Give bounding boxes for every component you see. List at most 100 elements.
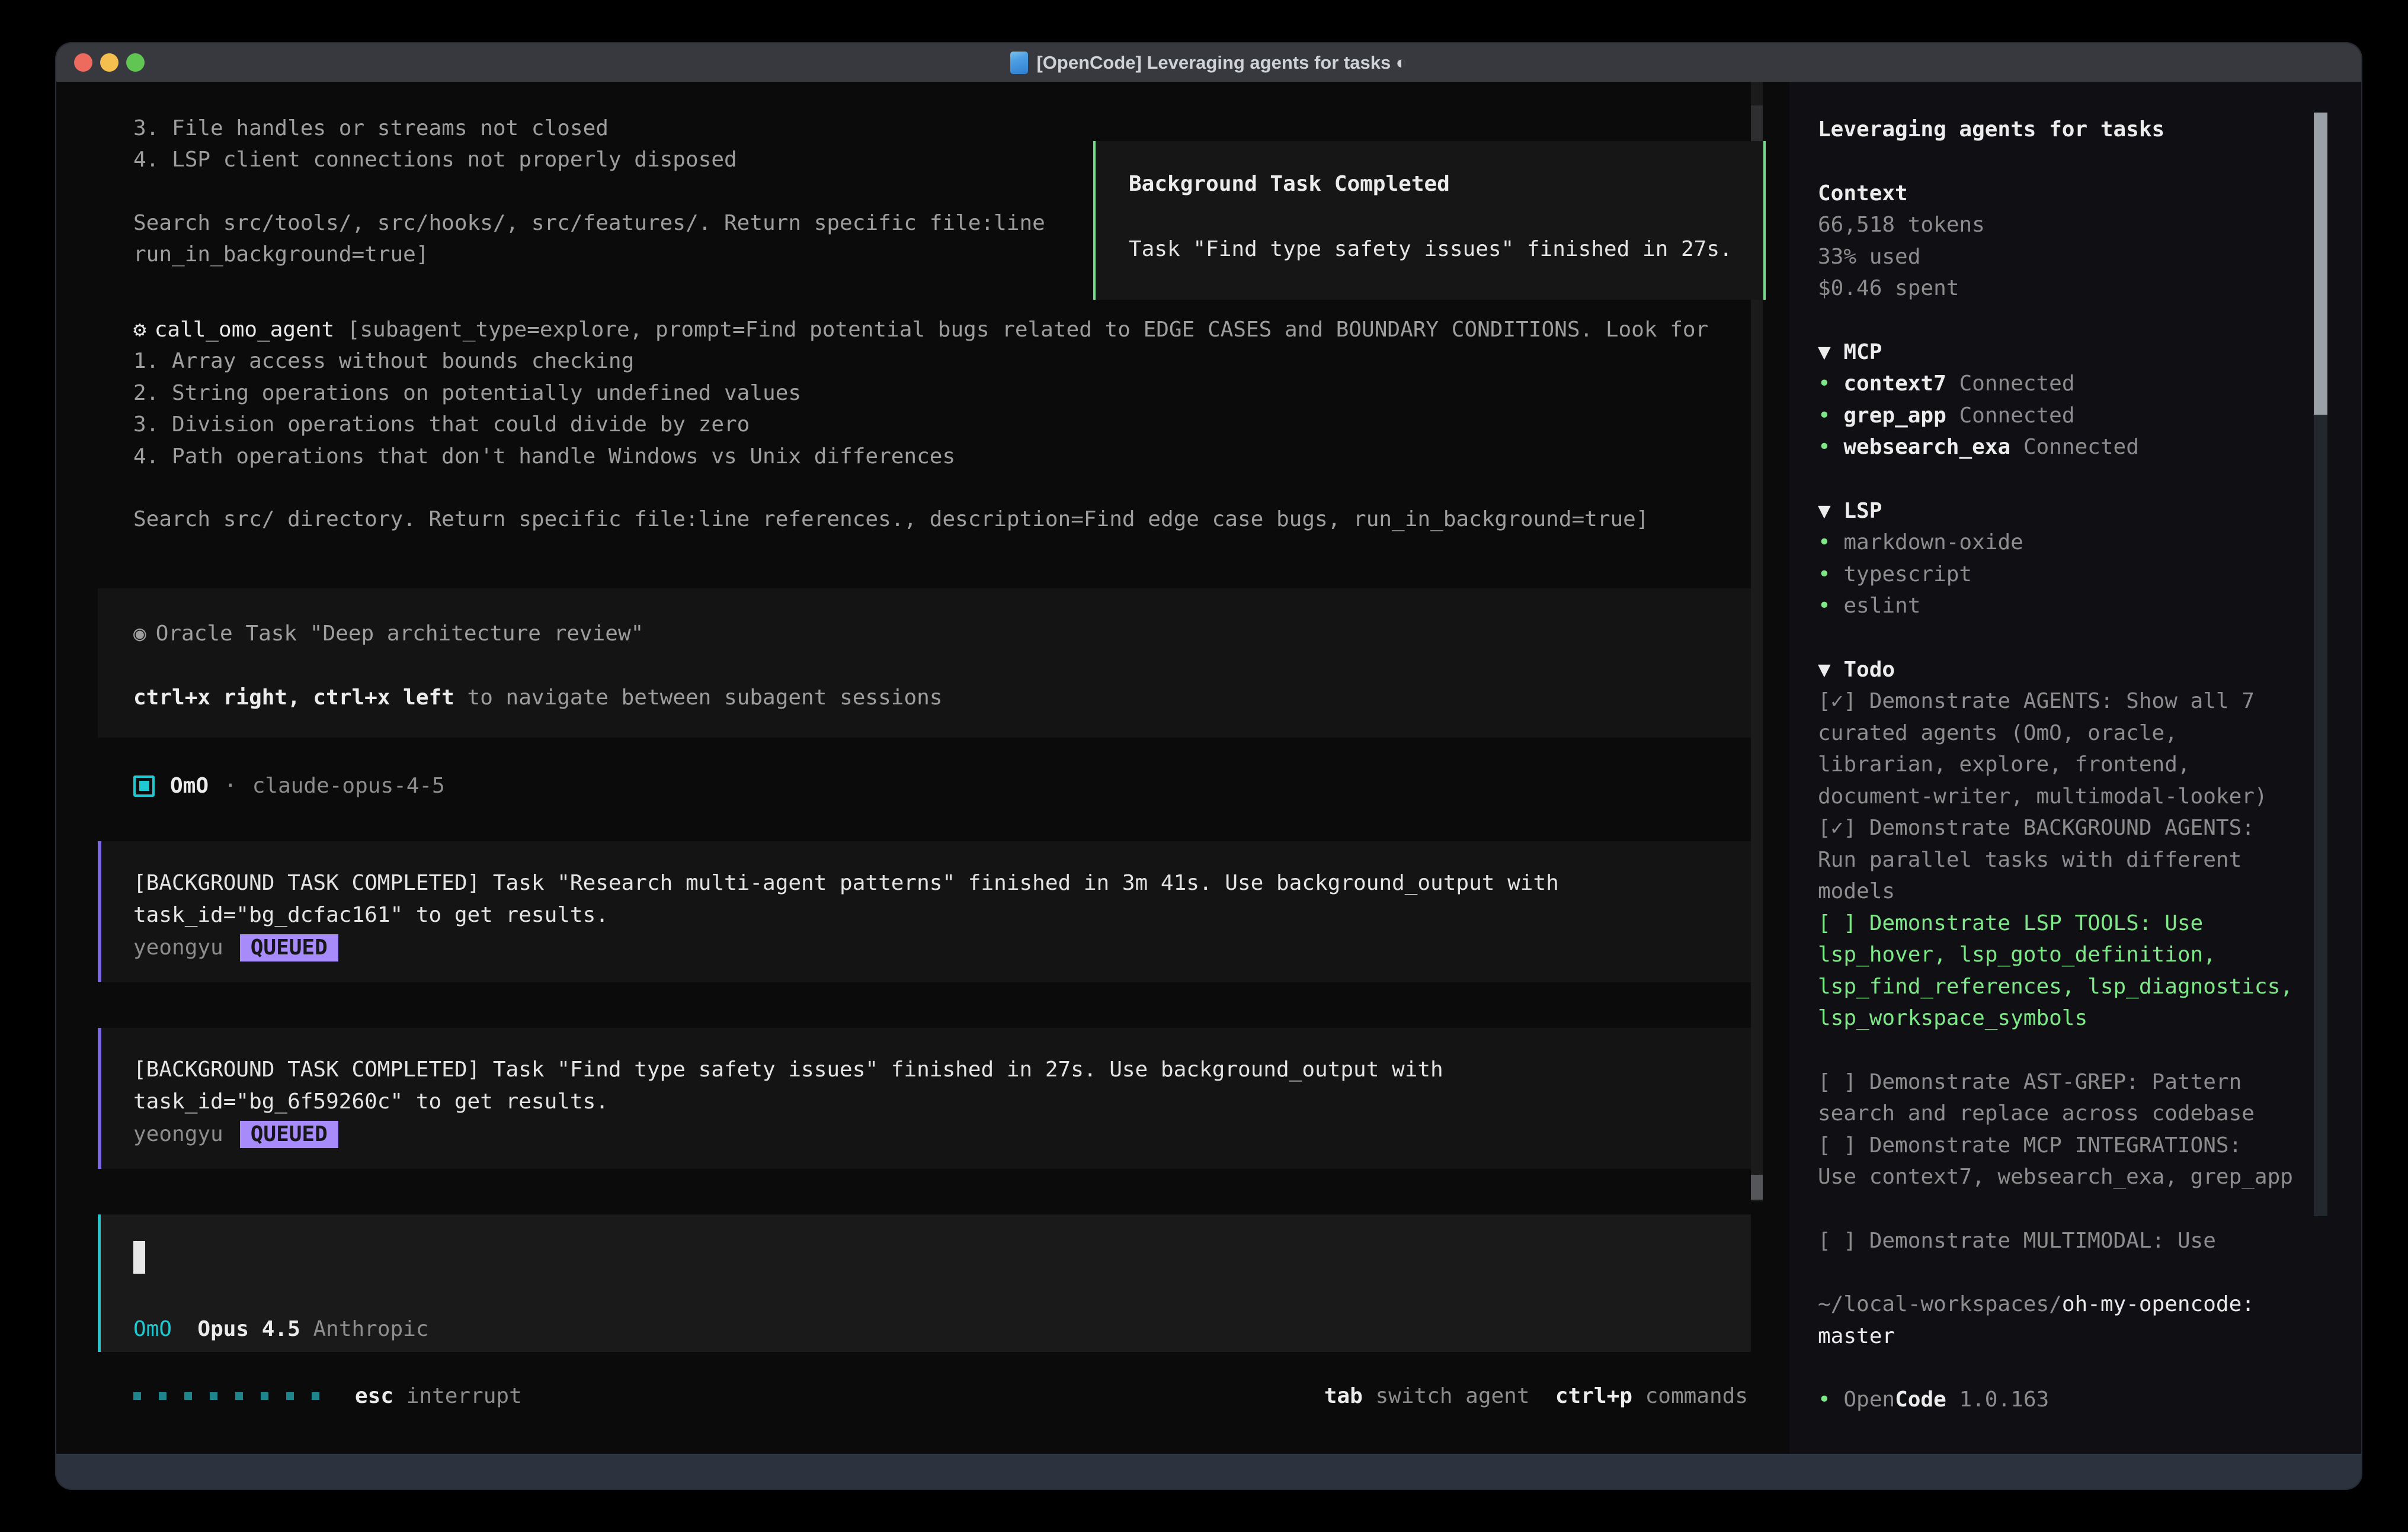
mcp-status: Connected xyxy=(1946,403,2075,428)
esc-hint: esc interrupt xyxy=(355,1384,522,1408)
sidebar-scrollbar-track[interactable] xyxy=(2314,415,2327,1216)
close-button[interactable] xyxy=(74,53,92,72)
sidebar-scrollbar-thumb[interactable] xyxy=(2314,113,2327,415)
todo-section-header[interactable]: ▼ Todo xyxy=(1818,654,2361,686)
bullet-icon: • xyxy=(1818,371,1831,396)
tool-call-row: ⚙ call_omo_agent [subagent_type=explore, … xyxy=(133,314,1708,345)
window-bottom-frame xyxy=(56,1454,2361,1489)
lsp-name: markdown-oxide xyxy=(1831,530,2023,555)
app-name-bold: Code xyxy=(1895,1387,1946,1412)
chat-scrollbar-thumb-top[interactable] xyxy=(1751,105,1763,142)
mcp-name: grep_app xyxy=(1843,403,1946,428)
agent-header: OmO · claude-opus-4-5 xyxy=(133,770,445,802)
todo-item-pending: [ ] Demonstrate MULTIMODAL: Use xyxy=(1818,1225,2327,1257)
todo-item-done: [✓] Demonstrate BACKGROUND AGENTS: Run p… xyxy=(1818,812,2327,908)
oracle-task-card[interactable]: ◉Oracle Task "Deep architecture review" … xyxy=(98,588,1751,738)
workspace-repo: oh-my-opencode: xyxy=(2062,1292,2255,1316)
ctrlp-key: ctrl+p xyxy=(1530,1384,1632,1408)
shortcut-label: to navigate between subagent sessions xyxy=(454,685,943,710)
agent-model: claude-opus-4-5 xyxy=(252,774,445,798)
status-badge: QUEUED xyxy=(240,1121,338,1148)
window-title-group: [OpenCode] Leveraging agents for tasks ◐ xyxy=(1010,52,1407,74)
notification-body: Task "Find type safety issues" finished … xyxy=(1129,233,1763,265)
mcp-name: websearch_exa xyxy=(1843,435,2010,459)
title-bar: [OpenCode] Leveraging agents for tasks ◐ xyxy=(56,43,2361,82)
minimize-button[interactable] xyxy=(100,53,119,72)
prompt-input[interactable]: OmO Opus 4.5 Anthropic xyxy=(98,1214,1751,1352)
subagent-nav-hint: ctrl+x right, ctrl+x left to navigate be… xyxy=(133,682,1751,713)
triangle-icon: ▼ xyxy=(1818,340,1831,364)
shortcut-keys: ctrl+x right, ctrl+x left xyxy=(133,685,454,710)
tool-call-list: 1. Array access without bounds checking … xyxy=(133,345,1733,472)
input-provider: Anthropic xyxy=(313,1317,428,1341)
session-title: Leveraging agents for tasks xyxy=(1818,114,2361,146)
version-row: • OpenCode 1.0.163 xyxy=(1818,1384,2361,1416)
ctrlp-label: commands xyxy=(1632,1384,1748,1408)
background-task-notification: Background Task Completed Task "Find typ… xyxy=(1093,141,1766,300)
app-name-dim: Open xyxy=(1843,1387,1895,1412)
bullet-icon: • xyxy=(1818,403,1831,428)
bullet-icon: • xyxy=(1818,594,1831,618)
mcp-name: context7 xyxy=(1843,371,1946,396)
task-message-text: [BACKGROUND TASK COMPLETED] Task "Find t… xyxy=(133,1054,1703,1117)
app-version: 1.0.163 xyxy=(1946,1387,2049,1412)
input-meta-row: OmO Opus 4.5 Anthropic xyxy=(133,1313,429,1345)
agent-checkbox-icon xyxy=(133,775,155,797)
mcp-section-header[interactable]: ▼ MCP xyxy=(1818,336,2361,368)
scrollback-line: Search src/tools/, src/hooks/, src/featu… xyxy=(133,207,1045,239)
context-heading: Context xyxy=(1818,178,2361,210)
status-badge: QUEUED xyxy=(240,934,338,961)
todo-item-pending: [ ] Demonstrate MCP INTEGRATIONS: Use co… xyxy=(1818,1130,2327,1193)
window-title: [OpenCode] Leveraging agents for tasks ◐ xyxy=(1036,52,1407,73)
tool-call-args: [subagent_type=explore, prompt=Find pote… xyxy=(334,318,1708,342)
task-message: [BACKGROUND TASK COMPLETED] Task "Resear… xyxy=(98,841,1751,982)
tool-call-name: call_omo_agent xyxy=(155,318,334,342)
lsp-item: • eslint xyxy=(1818,590,2361,622)
todo-item-done: [✓] Demonstrate AGENTS: Show all 7 curat… xyxy=(1818,685,2327,812)
oracle-task-title-row: ◉ Oracle Task "Deep architecture review" xyxy=(133,618,1751,649)
workspace-prefix: ~/local-workspaces/ xyxy=(1818,1292,2062,1316)
task-message-text: [BACKGROUND TASK COMPLETED] Task "Resear… xyxy=(133,867,1703,931)
context-tokens: 66,518 tokens xyxy=(1818,209,2361,241)
mcp-status: Connected xyxy=(1946,371,2075,396)
todo-item-pending: [ ] Demonstrate AST-GREP: Pattern search… xyxy=(1818,1066,2327,1130)
record-icon: ◉ xyxy=(133,621,146,646)
bullet-icon: • xyxy=(1818,562,1831,586)
notification-title: Background Task Completed xyxy=(1129,168,1763,200)
chat-scrollbar-thumb-bottom[interactable] xyxy=(1751,1175,1763,1200)
task-user: yeongyu xyxy=(133,1118,223,1150)
triangle-icon: ▼ xyxy=(1818,499,1831,523)
gear-icon: ⚙ xyxy=(133,318,146,342)
tab-label: switch agent xyxy=(1363,1384,1530,1408)
bullet-icon: • xyxy=(1818,530,1831,555)
text-cursor xyxy=(133,1241,145,1274)
lsp-item: • typescript xyxy=(1818,559,2361,591)
lsp-item: • markdown-oxide xyxy=(1818,527,2361,559)
workspace-path: ~/local-workspaces/oh-my-opencode: xyxy=(1818,1289,2361,1321)
lsp-name: eslint xyxy=(1831,594,1921,618)
content-area: 3. File handles or streams not closed 4.… xyxy=(56,82,2361,1454)
bullet-icon: • xyxy=(1818,435,1831,459)
status-bar: esc interrupt tab switch agent ctrl+p co… xyxy=(133,1380,1748,1412)
mcp-item: • websearch_exa Connected xyxy=(1818,431,2361,463)
zoom-button[interactable] xyxy=(126,53,145,72)
context-spent: $0.46 spent xyxy=(1818,273,2361,305)
activity-dots-icon xyxy=(133,1392,319,1400)
session-sidebar: Leveraging agents for tasks Context 66,5… xyxy=(1789,82,2361,1454)
file-icon xyxy=(1010,52,1028,74)
oracle-task-title: Oracle Task "Deep architecture review" xyxy=(156,621,644,646)
task-meta-row: yeongyu QUEUED xyxy=(133,1118,1751,1150)
keyboard-hints: tab switch agent ctrl+p commands xyxy=(1324,1384,1748,1408)
mcp-status: Connected xyxy=(2010,435,2139,459)
screen: [OpenCode] Leveraging agents for tasks ◐… xyxy=(0,0,2408,1532)
lsp-section-header[interactable]: ▼ LSP xyxy=(1818,495,2361,527)
traffic-lights xyxy=(74,43,145,82)
todo-item-active: [ ] Demonstrate LSP TOOLS: Use lsp_hover… xyxy=(1818,908,2327,1034)
scrollback-line: 3. File handles or streams not closed xyxy=(133,113,609,144)
task-message: [BACKGROUND TASK COMPLETED] Task "Find t… xyxy=(98,1028,1751,1169)
esc-key: esc xyxy=(355,1384,393,1408)
bullet-icon: • xyxy=(1818,1387,1831,1412)
agent-name: OmO xyxy=(170,774,209,798)
scrollback-line: run_in_background=true] xyxy=(133,239,429,270)
context-used: 33% used xyxy=(1818,241,2361,273)
